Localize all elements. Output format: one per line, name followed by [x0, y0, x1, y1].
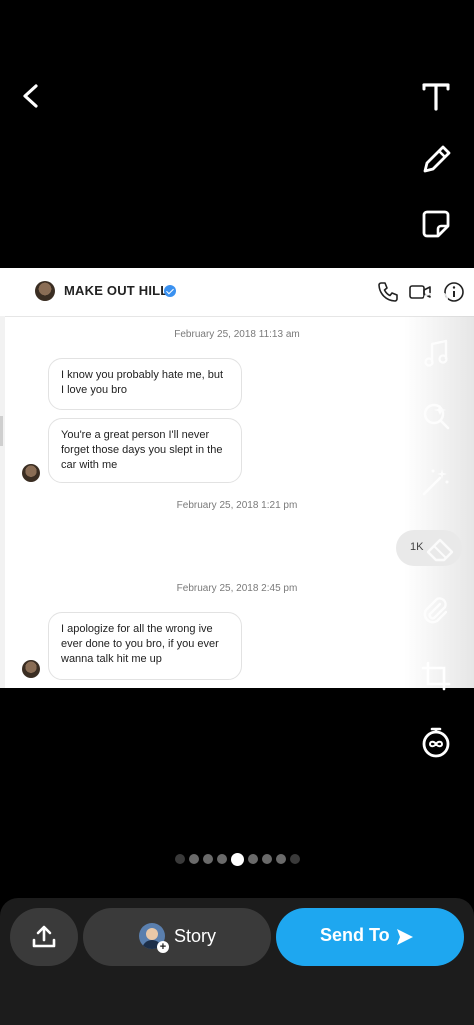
send-to-label: Send To: [320, 925, 390, 945]
page-dot[interactable]: [275, 854, 286, 864]
lens-search-icon[interactable]: [414, 394, 458, 438]
scissors-icon[interactable]: [414, 268, 458, 312]
story-label: Story: [174, 926, 217, 946]
page-dot[interactable]: [174, 854, 185, 864]
page-indicator: [0, 852, 474, 866]
add-plus-icon: +: [157, 941, 169, 953]
upload-button[interactable]: [10, 908, 78, 966]
text-tool-icon[interactable]: [414, 74, 458, 118]
message-bubble: I know you probably hate me, but I love …: [48, 358, 242, 410]
send-arrow-icon: [397, 929, 413, 945]
eraser-icon[interactable]: [418, 526, 462, 570]
page-dot[interactable]: [202, 854, 213, 864]
timestamp: February 25, 2018 2:45 pm: [176, 583, 298, 594]
timestamp: February 25, 2018 11:13 am: [174, 329, 300, 340]
crop-icon[interactable]: [414, 654, 458, 698]
message-bubble: I apologize for all the wrong ive ever d…: [48, 612, 242, 680]
timer-infinity-icon[interactable]: [414, 720, 458, 764]
magic-wand-icon[interactable]: [414, 460, 458, 504]
page-dot[interactable]: [261, 854, 272, 864]
page-dot[interactable]: [188, 854, 199, 864]
page-dot[interactable]: [289, 854, 300, 864]
music-icon[interactable]: [414, 332, 458, 376]
sender-avatar: [22, 660, 40, 678]
story-button[interactable]: + Story: [83, 908, 271, 966]
back-chevron-icon[interactable]: [16, 80, 46, 112]
sender-avatar: [22, 464, 40, 482]
conversation-header: MAKE OUT HILL: [0, 268, 474, 317]
timestamp: February 25, 2018 1:21 pm: [176, 500, 298, 511]
send-to-button[interactable]: Send To: [276, 908, 464, 966]
page-dot[interactable]: [216, 854, 227, 864]
phone-icon: [378, 282, 398, 302]
conversation-screenshot: MAKE OUT HILL February 25, 2018 11:13 am…: [0, 268, 474, 688]
bottom-action-bar: + Story Send To: [0, 898, 474, 1025]
paperclip-icon[interactable]: [414, 590, 458, 634]
sticker-icon[interactable]: [414, 202, 458, 246]
message-bubble: You're a great person I'll never forget …: [48, 418, 242, 483]
page-dot-active[interactable]: [230, 852, 244, 866]
upload-icon: [32, 925, 56, 948]
contact-avatar: [35, 281, 55, 301]
contact-name: MAKE OUT HILL: [64, 283, 169, 298]
pencil-icon[interactable]: [414, 138, 458, 182]
page-dot[interactable]: [247, 854, 258, 864]
verified-badge-icon: [164, 285, 176, 297]
